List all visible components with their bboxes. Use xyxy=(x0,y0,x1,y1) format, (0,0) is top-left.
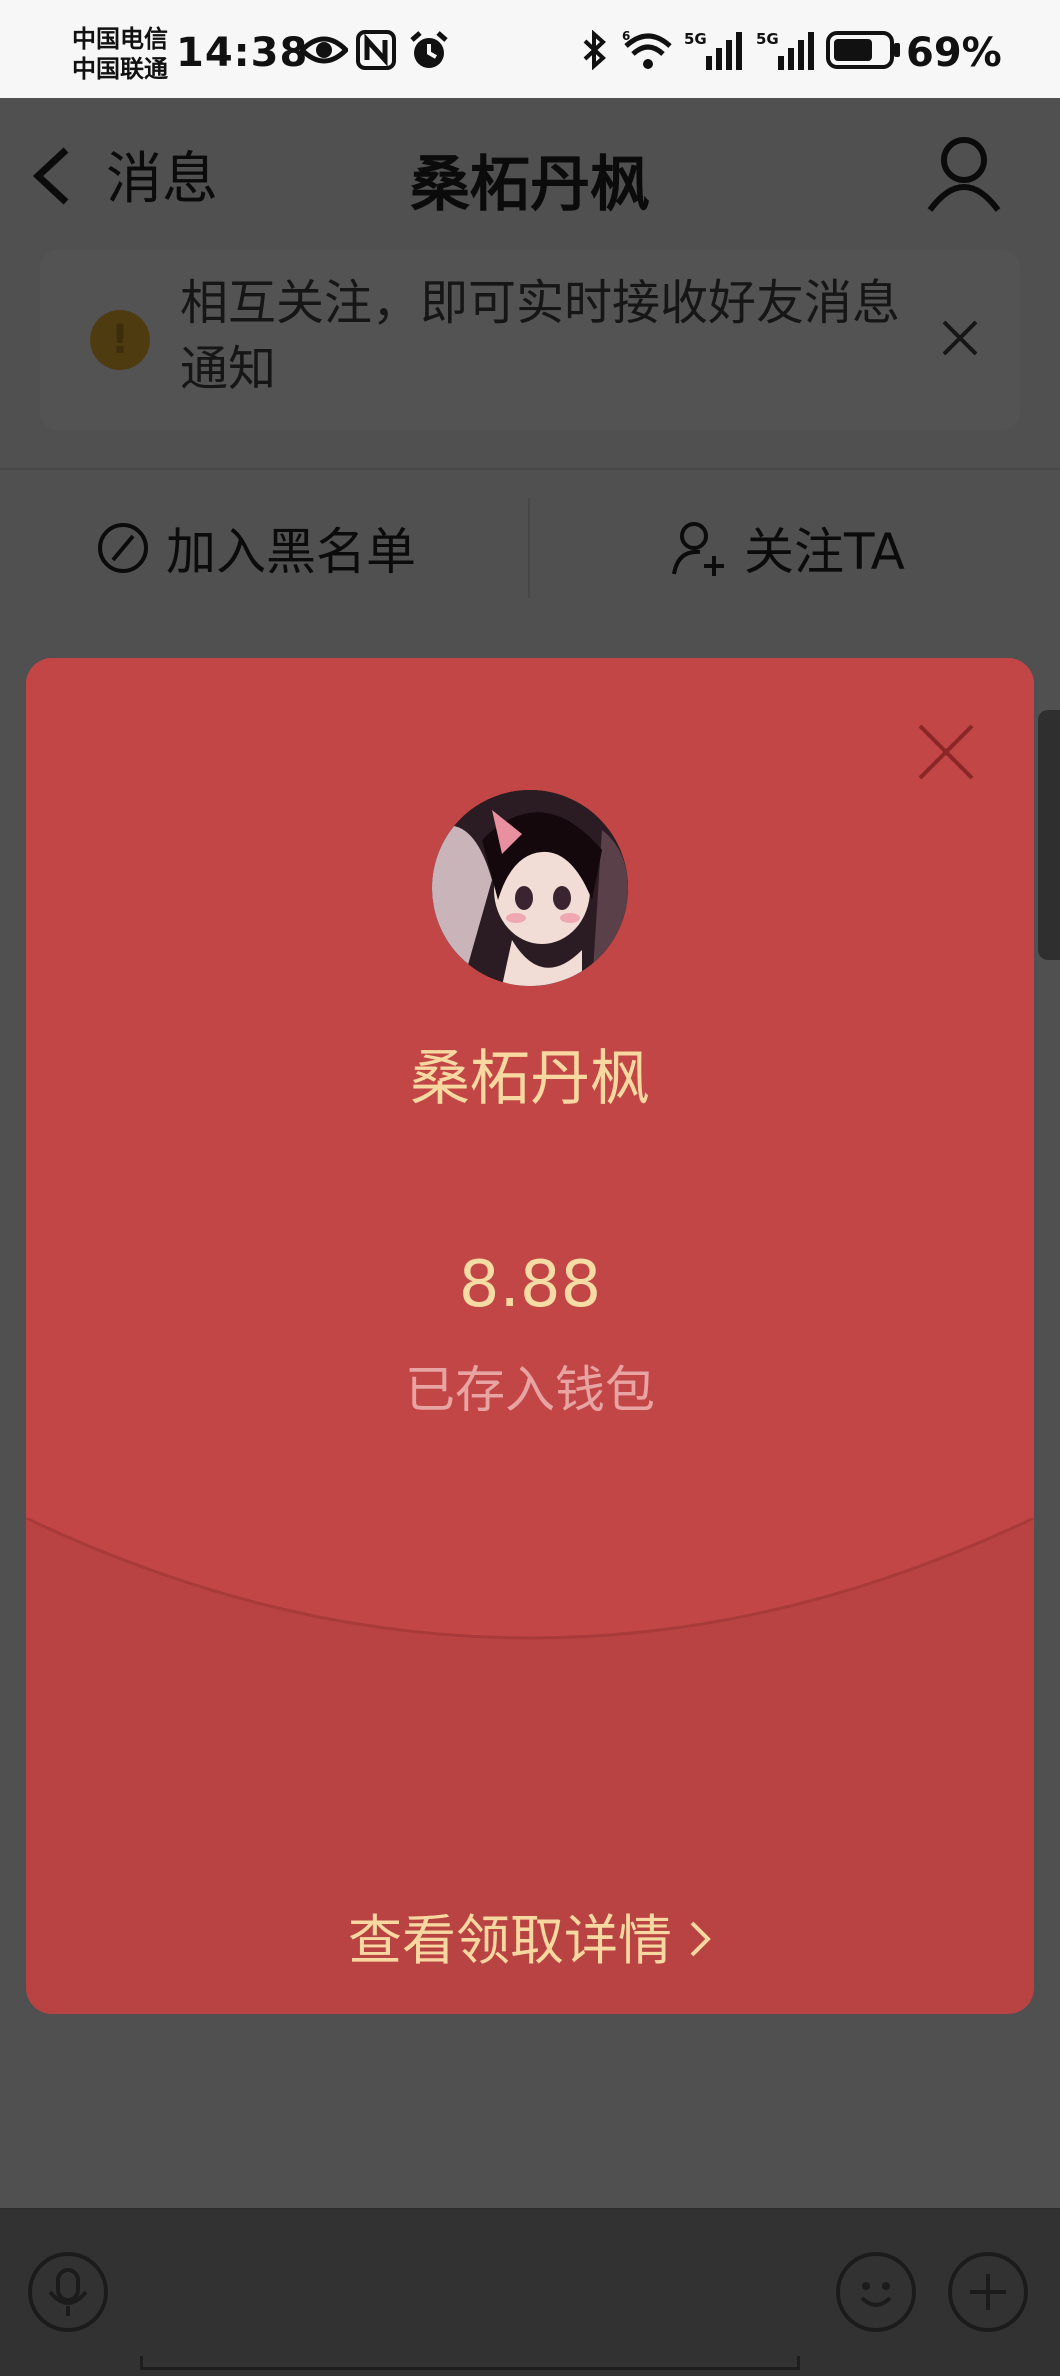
card-curve xyxy=(26,1518,1034,1678)
battery-icon xyxy=(826,31,900,69)
packet-status: 已存入钱包 xyxy=(405,1361,655,1419)
wifi-label: 6 xyxy=(622,30,630,43)
close-icon[interactable] xyxy=(914,720,978,784)
status-bar: 中国电信 中国联通 14:38 6 5G 5G 69% xyxy=(0,0,1060,98)
sender-name: 桑柘丹枫 xyxy=(410,1044,650,1114)
signal-2-icon: 5G xyxy=(756,30,814,70)
scrollbar xyxy=(1038,710,1060,960)
details-label: 查看领取详情 xyxy=(348,1909,672,1972)
avatar xyxy=(432,790,628,986)
view-details-link[interactable]: 查看领取详情 xyxy=(26,1896,1034,1975)
eye-icon xyxy=(300,36,348,64)
battery-percent: 69% xyxy=(906,30,1002,76)
wifi-icon: 6 xyxy=(622,30,672,69)
avatar-image xyxy=(432,790,628,986)
chevron-right-icon xyxy=(688,1913,712,1971)
network-2-label: 5G xyxy=(756,30,779,48)
network-1-label: 5G xyxy=(684,30,707,48)
carrier-labels: 中国电信 中国联通 xyxy=(72,24,168,84)
clock: 14:38 xyxy=(176,30,309,76)
red-packet-card: 桑柘丹枫 8.88 已存入钱包 查看领取详情 xyxy=(26,658,1034,2014)
bluetooth-icon xyxy=(583,30,606,70)
carrier-1: 中国电信 xyxy=(72,25,168,53)
carrier-2: 中国联通 xyxy=(72,55,168,83)
alarm-icon xyxy=(410,31,448,68)
packet-amount: 8.88 xyxy=(458,1248,602,1322)
nfc-icon xyxy=(356,30,396,70)
signal-1-icon: 5G xyxy=(684,30,742,70)
